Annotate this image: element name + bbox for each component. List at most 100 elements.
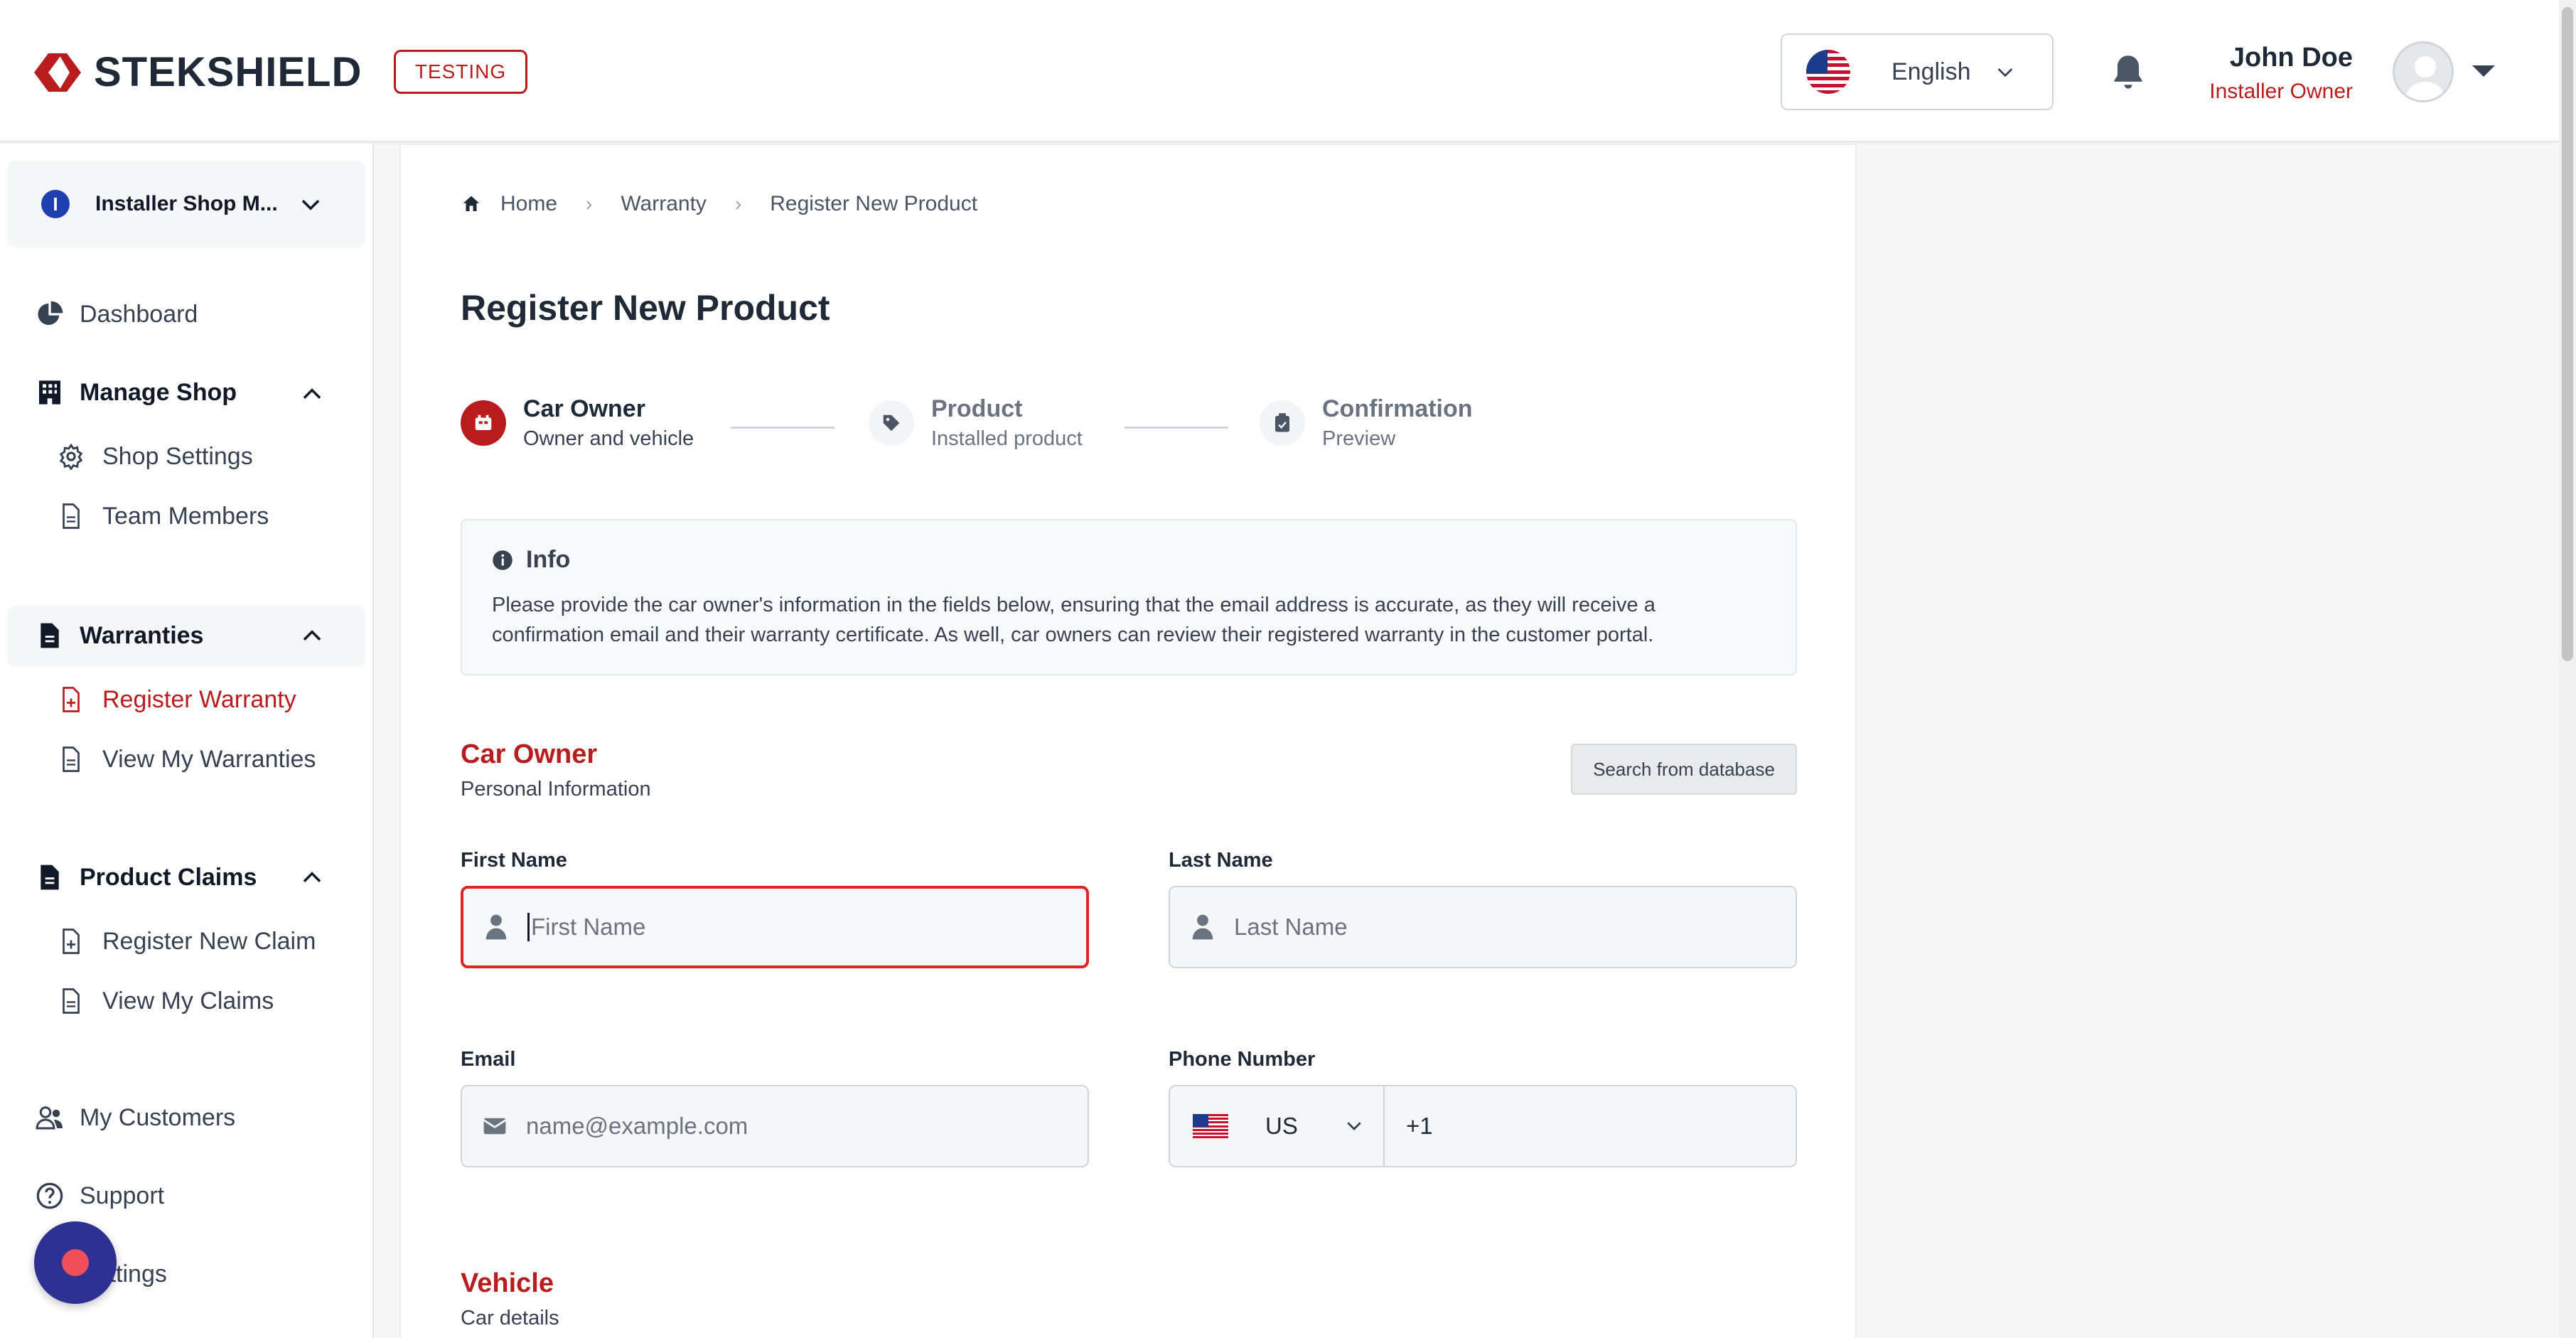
last-name-field[interactable]: Last Name — [1169, 886, 1797, 968]
tag-icon — [869, 400, 914, 446]
user-role: Installer Owner — [2209, 80, 2353, 103]
sidebar-item-label: Dashboard — [80, 300, 198, 328]
home-icon[interactable] — [461, 193, 482, 215]
sidebar: I Installer Shop M... Dashboard Manage S… — [0, 144, 374, 1338]
document-icon — [57, 745, 85, 774]
user-icon — [1188, 913, 1217, 941]
phone-country-code: US — [1265, 1113, 1298, 1139]
phone-country-select[interactable]: US — [1170, 1086, 1385, 1166]
sidebar-group-label: Warranties — [80, 621, 204, 649]
chevron-right-icon: › — [586, 193, 593, 215]
info-title-row: Info — [492, 546, 570, 574]
sidebar-item-register-warranty[interactable]: Register Warranty — [57, 685, 296, 714]
chevron-up-icon[interactable] — [299, 865, 326, 892]
step-connector — [1125, 427, 1228, 429]
first-name-placeholder: First Name — [531, 914, 646, 940]
sidebar-item-label: My Customers — [80, 1103, 236, 1131]
sidebar-item-dashboard[interactable]: Dashboard — [34, 299, 198, 330]
document-filled-icon — [34, 862, 65, 893]
us-flag-icon — [1193, 1114, 1228, 1138]
chevron-down-icon — [1347, 1122, 1361, 1130]
sidebar-group-manage-shop[interactable]: Manage Shop — [34, 377, 237, 408]
sidebar-item-label: Shop Settings — [102, 442, 253, 470]
user-icon — [482, 913, 510, 941]
sidebar-group-label: Manage Shop — [80, 378, 237, 406]
sidebar-group-product-claims[interactable]: Product Claims — [34, 862, 257, 893]
search-from-database-button[interactable]: Search from database — [1571, 744, 1797, 795]
brand-logo[interactable]: STEKSHIELD — [31, 48, 362, 96]
step-product[interactable]: Product Installed product — [869, 395, 1083, 451]
sidebar-item-label: Team Members — [102, 502, 269, 530]
chevron-down-icon — [301, 200, 320, 210]
clipboard-check-icon — [1260, 400, 1305, 446]
sidebar-item-view-claims[interactable]: View My Claims — [57, 987, 274, 1015]
page-scrollbar[interactable] — [2559, 0, 2576, 1338]
step-subtitle: Owner and vehicle — [523, 427, 694, 450]
chevron-up-icon[interactable] — [299, 623, 326, 650]
info-box: Info Please provide the car owner's info… — [461, 519, 1797, 675]
sidebar-item-label: View My Warranties — [102, 745, 316, 773]
sidebar-item-support[interactable]: Support — [34, 1180, 164, 1211]
shop-initial-badge: I — [41, 190, 70, 218]
envelope-icon — [481, 1112, 509, 1140]
sidebar-item-team-members[interactable]: Team Members — [57, 502, 269, 530]
sidebar-item-shop-settings[interactable]: Shop Settings — [57, 442, 253, 471]
us-flag-icon — [1806, 50, 1850, 94]
building-icon — [34, 377, 65, 408]
document-icon — [57, 987, 85, 1015]
brand-name: STEKSHIELD — [94, 49, 363, 95]
sidebar-item-label: Support — [80, 1182, 165, 1209]
breadcrumb: Home › Warranty › Register New Product — [461, 192, 977, 216]
help-circle-icon — [34, 1180, 65, 1211]
sidebar-item-label: Register Warranty — [102, 685, 296, 713]
chevron-right-icon: › — [734, 193, 742, 215]
email-field[interactable]: name@example.com — [461, 1085, 1089, 1167]
phone-dial-code: +1 — [1406, 1113, 1433, 1139]
sidebar-item-my-customers[interactable]: My Customers — [34, 1102, 235, 1133]
gear-icon — [57, 442, 85, 471]
chevron-up-icon[interactable] — [299, 381, 326, 408]
scrollbar-thumb[interactable] — [2562, 7, 2573, 661]
breadcrumb-current: Register New Product — [770, 192, 978, 215]
stekshield-logo-icon — [34, 53, 81, 92]
top-bar: STEKSHIELD TESTING English John Doe Inst… — [0, 0, 2559, 142]
user-name: John Doe — [2229, 43, 2353, 73]
info-icon — [493, 550, 512, 570]
main-content: Home › Warranty › Register New Product R… — [399, 144, 1857, 1338]
avatar[interactable] — [2393, 41, 2454, 102]
environment-badge: TESTING — [394, 50, 527, 94]
step-car-owner[interactable]: Car Owner Owner and vehicle — [461, 395, 694, 451]
shop-name: Installer Shop M... — [95, 192, 278, 215]
email-label: Email — [461, 1048, 516, 1071]
shop-selector[interactable]: I Installer Shop M... — [7, 161, 365, 247]
phone-field[interactable]: US +1 — [1169, 1085, 1797, 1167]
first-name-field[interactable]: First Name — [461, 886, 1089, 968]
language-label: English — [1891, 58, 1971, 85]
document-icon — [57, 502, 85, 530]
breadcrumb-home[interactable]: Home — [500, 192, 557, 216]
step-title: Car Owner — [523, 395, 645, 422]
step-confirmation[interactable]: Confirmation Preview — [1260, 395, 1473, 451]
notification-bell-icon[interactable] — [2110, 53, 2147, 92]
step-subtitle: Preview — [1322, 427, 1396, 450]
car-icon — [461, 400, 506, 446]
step-title: Confirmation — [1322, 395, 1473, 422]
sidebar-group-warranties[interactable]: Warranties — [34, 620, 203, 651]
sidebar-item-register-claim[interactable]: Register New Claim — [57, 927, 316, 956]
user-menu-caret-icon[interactable] — [2471, 63, 2496, 80]
last-name-placeholder: Last Name — [1234, 914, 1348, 940]
stepper: Car Owner Owner and vehicle Product Inst… — [461, 395, 1527, 459]
sidebar-item-view-warranties[interactable]: View My Warranties — [57, 745, 316, 774]
recording-fab-button[interactable] — [34, 1221, 117, 1304]
sidebar-item-label: Register New Claim — [102, 927, 316, 955]
sidebar-item-label: View My Claims — [102, 987, 274, 1015]
breadcrumb-warranty[interactable]: Warranty — [621, 192, 707, 216]
text-cursor — [527, 913, 530, 941]
step-title: Product — [931, 395, 1023, 422]
last-name-label: Last Name — [1169, 849, 1273, 872]
sidebar-group-label: Product Claims — [80, 863, 257, 891]
info-title: Info — [526, 546, 571, 573]
car-owner-section-title: Car Owner — [461, 739, 598, 769]
language-selector[interactable]: English — [1781, 33, 2054, 110]
pie-chart-icon — [34, 299, 65, 330]
